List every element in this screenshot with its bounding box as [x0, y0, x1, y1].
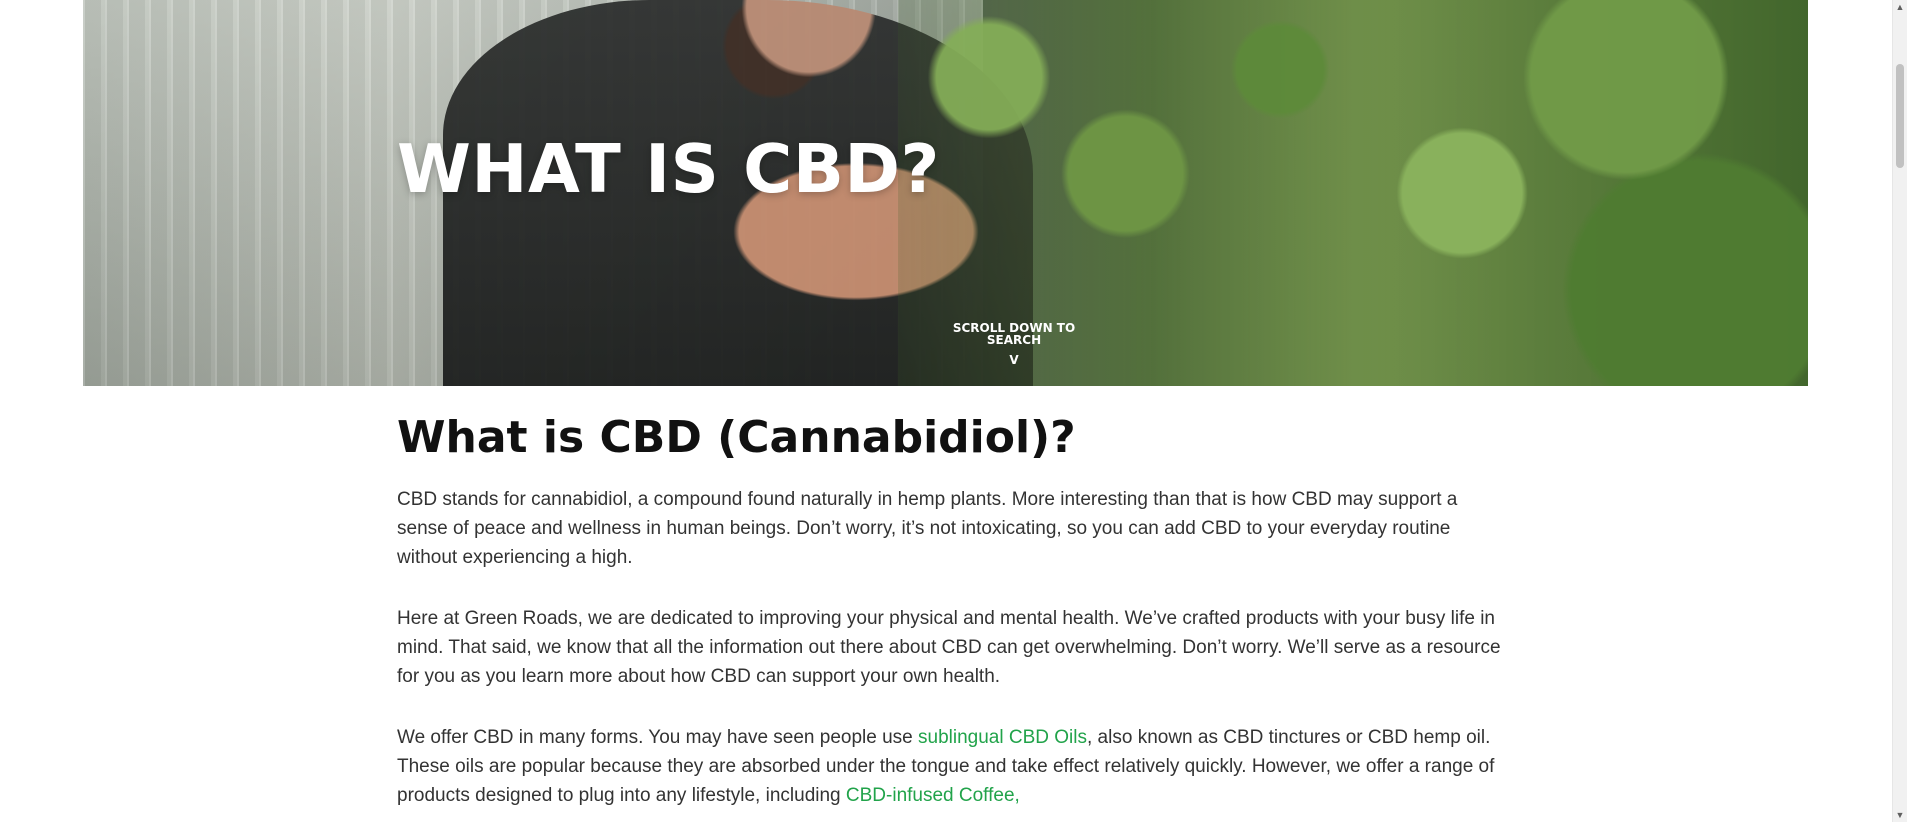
scroll-down-icon[interactable]: ▼	[1893, 808, 1907, 822]
article-paragraph-3: We offer CBD in many forms. You may have…	[397, 723, 1502, 810]
scroll-down-label: SCROLL DOWN TO SEARCH	[952, 321, 1076, 347]
article-paragraph-1: CBD stands for cannabidiol, a compound f…	[397, 488, 1458, 568]
page-scrollbar[interactable]: ▲ ▼	[1892, 0, 1907, 822]
scroll-down-arrow-icon: V	[1009, 353, 1019, 367]
scroll-thumb[interactable]	[1896, 64, 1904, 168]
scroll-up-icon[interactable]: ▲	[1893, 0, 1907, 14]
sublingual-cbd-oils-link[interactable]: sublingual CBD Oils	[918, 727, 1087, 748]
scroll-down-to-search-button[interactable]: SCROLL DOWN TO SEARCH V	[924, 322, 1104, 366]
webpage: WHAT IS CBD? SCROLL DOWN TO SEARCH V Wha…	[0, 0, 1907, 822]
hero-banner: WHAT IS CBD? SCROLL DOWN TO SEARCH V	[83, 0, 1808, 386]
hero-title: WHAT IS CBD?	[397, 130, 940, 208]
article-heading: What is CBD (Cannabidiol)?	[397, 412, 1076, 463]
cbd-infused-coffee-link[interactable]: CBD-infused Coffee,	[846, 785, 1020, 806]
article-paragraph-2: Here at Green Roads, we are dedicated to…	[397, 607, 1501, 687]
article-content: What is CBD (Cannabidiol)? CBD stands fo…	[397, 412, 1502, 822]
paragraph-3-text-start: We offer CBD in many forms. You may have…	[397, 726, 919, 748]
